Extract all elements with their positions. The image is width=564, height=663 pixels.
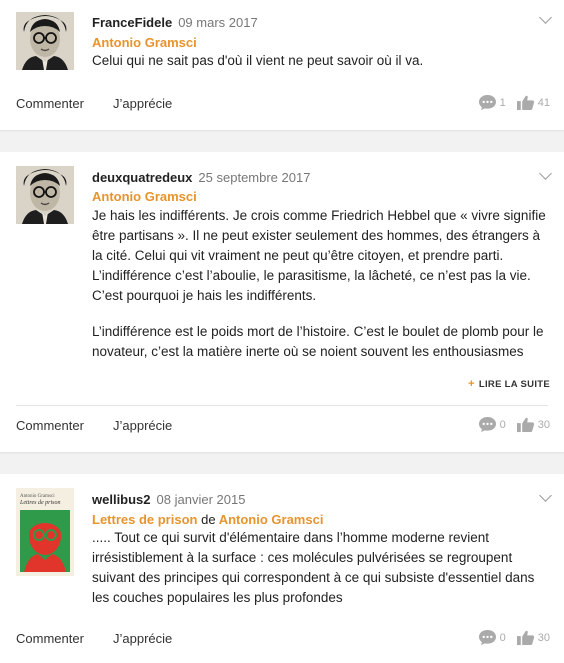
- comment-button[interactable]: Commenter: [16, 631, 84, 646]
- like-count: 30: [537, 418, 550, 431]
- comment-bubble-icon[interactable]: [478, 629, 497, 646]
- comment-meta: wellibus2 08 janvier 2015: [92, 492, 245, 507]
- comment-date: 25 septembre 2017: [198, 170, 311, 185]
- comment-count: 1: [499, 96, 506, 109]
- read-more-label: LIRE LA SUITE: [478, 379, 550, 390]
- stats: 0 30: [478, 629, 550, 646]
- username[interactable]: FranceFidele: [92, 15, 172, 30]
- source-author-link[interactable]: Antonio Gramsci: [92, 189, 197, 204]
- comment-meta: deuxquatredeux 25 septembre 2017: [92, 170, 310, 185]
- quote-paragraph: ..... Tout ce qui survit d'élémentaire d…: [92, 530, 535, 605]
- plus-icon: +: [468, 378, 475, 390]
- source: Lettres de prison de Antonio Gramsci: [92, 512, 323, 527]
- comment-date: 09 mars 2017: [178, 15, 258, 30]
- chevron-down-icon[interactable]: [539, 11, 552, 24]
- comment-card: Antonio Gramsci Lettres de prison wellib…: [0, 474, 564, 663]
- chevron-down-icon[interactable]: [539, 489, 552, 502]
- thumbs-up-icon[interactable]: [516, 629, 535, 646]
- source-de: de: [201, 512, 216, 527]
- like-count: 30: [537, 631, 550, 644]
- chevron-down-icon[interactable]: [539, 167, 552, 180]
- like-button[interactable]: J’apprécie: [113, 631, 172, 646]
- username[interactable]: wellibus2: [92, 492, 151, 507]
- comment-date: 08 janvier 2015: [156, 492, 246, 507]
- cover-author: Antonio Gramsci: [20, 494, 55, 499]
- avatar[interactable]: [16, 166, 74, 224]
- stats: 0 30: [478, 416, 550, 433]
- thumbs-up-icon[interactable]: [516, 416, 535, 433]
- read-more-link[interactable]: + LIRE LA SUITE: [468, 378, 550, 390]
- quote-text: Celui qui ne sait pas d'où il vient ne p…: [92, 51, 554, 71]
- avatar[interactable]: [16, 12, 74, 70]
- comment-bubble-icon[interactable]: [478, 416, 497, 433]
- comment-count: 0: [499, 631, 506, 644]
- like-count: 41: [537, 96, 550, 109]
- comment-card: deuxquatredeux 25 septembre 2017 Antonio …: [0, 152, 564, 452]
- quote-paragraph: Celui qui ne sait pas d'où il vient ne p…: [92, 53, 424, 68]
- source-author-link[interactable]: Antonio Gramsci: [92, 35, 197, 50]
- stats: 1 41: [478, 94, 550, 111]
- like-button[interactable]: J’apprécie: [113, 96, 172, 111]
- cover-title: Lettres de prison: [19, 500, 60, 506]
- quote-paragraph: L’indifférence est le poids mort de l’hi…: [92, 324, 544, 359]
- like-button[interactable]: J’apprécie: [113, 418, 172, 433]
- quote-text: Je hais les indifférents. Je crois comme…: [92, 206, 554, 362]
- source-book-link[interactable]: Lettres de prison: [92, 512, 197, 527]
- thumbs-up-icon[interactable]: [516, 94, 535, 111]
- quote-text: ..... Tout ce qui survit d'élémentaire d…: [92, 528, 554, 608]
- quote-paragraph: Je hais les indifférents. Je crois comme…: [92, 208, 546, 303]
- source-author-link[interactable]: Antonio Gramsci: [219, 512, 324, 527]
- comment-meta: FranceFidele 09 mars 2017: [92, 15, 258, 30]
- username[interactable]: deuxquatredeux: [92, 170, 192, 185]
- comment-button[interactable]: Commenter: [16, 418, 84, 433]
- book-cover[interactable]: Antonio Gramsci Lettres de prison: [16, 488, 74, 576]
- comment-button[interactable]: Commenter: [16, 96, 84, 111]
- divider: [16, 405, 548, 406]
- comment-bubble-icon[interactable]: [478, 94, 497, 111]
- comment-count: 0: [499, 418, 506, 431]
- comment-card: FranceFidele 09 mars 2017 Antonio Gramsci…: [0, 0, 564, 130]
